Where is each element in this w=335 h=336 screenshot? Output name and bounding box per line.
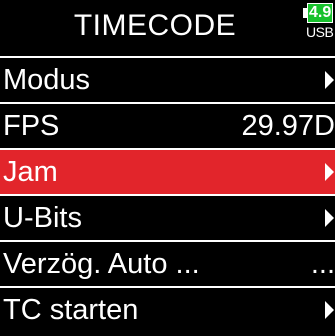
menu-item-value: ... [310,248,335,280]
chevron-right-icon [325,209,334,227]
menu-item-label: Modus [3,64,91,96]
menu-item-label: Jam [3,156,58,188]
menu-item-jam[interactable]: Jam [0,148,335,194]
menu-item-auto-delay[interactable]: Verzög. Auto ... ... [0,240,335,286]
chevron-right-icon [325,71,334,89]
menu-item-tc-start[interactable]: TC starten [0,286,335,332]
page-title: TIMECODE [73,9,237,42]
chevron-right-icon [325,163,334,181]
menu-item-label: TC starten [3,294,139,326]
power-source-label: USB [306,24,334,40]
timecode-screen: TIMECODE 4.9 USB Modus FPS 29.97D Jam U-… [0,0,335,336]
menu-item-u-bits[interactable]: U-Bits [0,194,335,240]
menu-item-value: 29.97D [241,110,335,142]
battery-icon: 4.9 USB [301,2,335,42]
chevron-right-icon [325,301,334,319]
header: TIMECODE 4.9 USB [0,0,335,56]
menu-item-label: Verzög. Auto ... [3,248,200,280]
timecode-menu: Modus FPS 29.97D Jam U-Bits Verzög. Auto… [0,56,335,332]
menu-item-fps[interactable]: FPS 29.97D [0,102,335,148]
menu-item-label: U-Bits [3,202,82,234]
menu-item-label: FPS [3,110,60,142]
menu-item-modus[interactable]: Modus [0,56,335,102]
battery-voltage: 4.9 [309,4,332,21]
